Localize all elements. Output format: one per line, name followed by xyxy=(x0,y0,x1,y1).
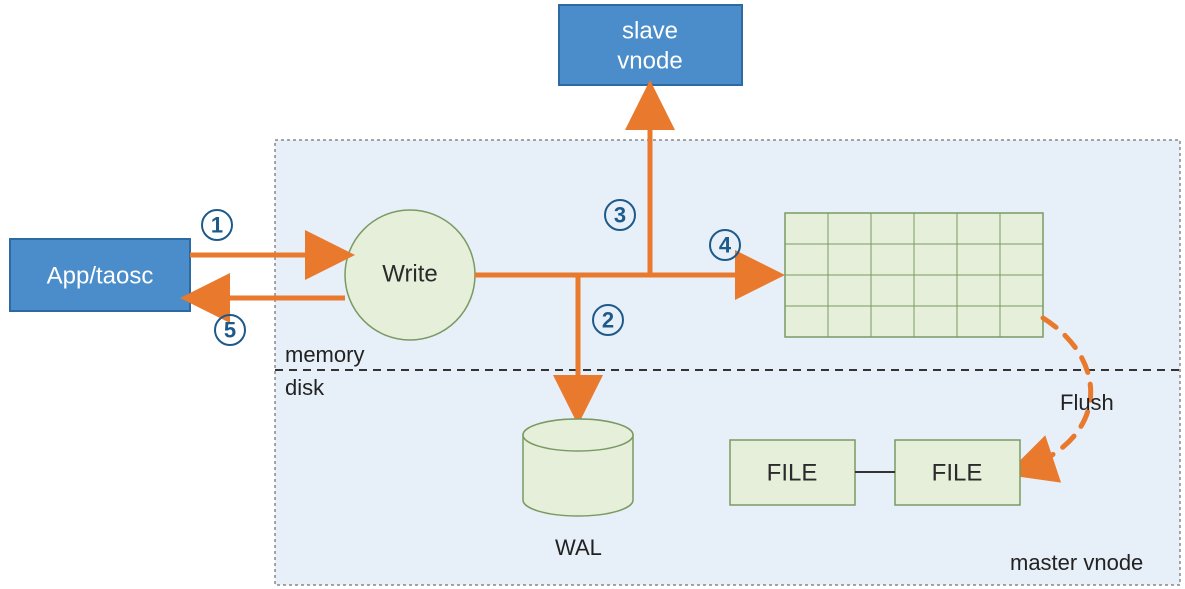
slave-vnode-box: slave vnode xyxy=(559,5,742,85)
label-memory: memory xyxy=(285,342,364,367)
master-vnode-container xyxy=(275,140,1180,585)
svg-text:3: 3 xyxy=(614,203,626,228)
write-node: Write xyxy=(345,210,475,340)
svg-text:4: 4 xyxy=(719,233,732,258)
slave-vnode-line1: slave xyxy=(622,17,678,44)
label-master-vnode: master vnode xyxy=(1010,550,1143,575)
file-box-2: FILE xyxy=(895,440,1020,505)
step-1: 1 xyxy=(202,210,232,240)
svg-text:5: 5 xyxy=(224,318,236,343)
step-5: 5 xyxy=(215,315,245,345)
app-taosc-label: App/taosc xyxy=(47,262,154,289)
write-label: Write xyxy=(382,260,438,287)
file1-label: FILE xyxy=(767,459,818,486)
svg-text:1: 1 xyxy=(211,213,223,238)
memory-grid xyxy=(785,213,1043,337)
slave-vnode-line2: vnode xyxy=(617,47,682,74)
label-disk: disk xyxy=(285,375,325,400)
label-flush: Flush xyxy=(1060,390,1114,415)
file2-label: FILE xyxy=(932,459,983,486)
app-taosc-box: App/taosc xyxy=(10,239,190,311)
label-wal: WAL xyxy=(555,535,602,560)
file-box-1: FILE xyxy=(730,440,855,505)
wal-cylinder xyxy=(523,419,633,516)
svg-text:2: 2 xyxy=(602,308,614,333)
